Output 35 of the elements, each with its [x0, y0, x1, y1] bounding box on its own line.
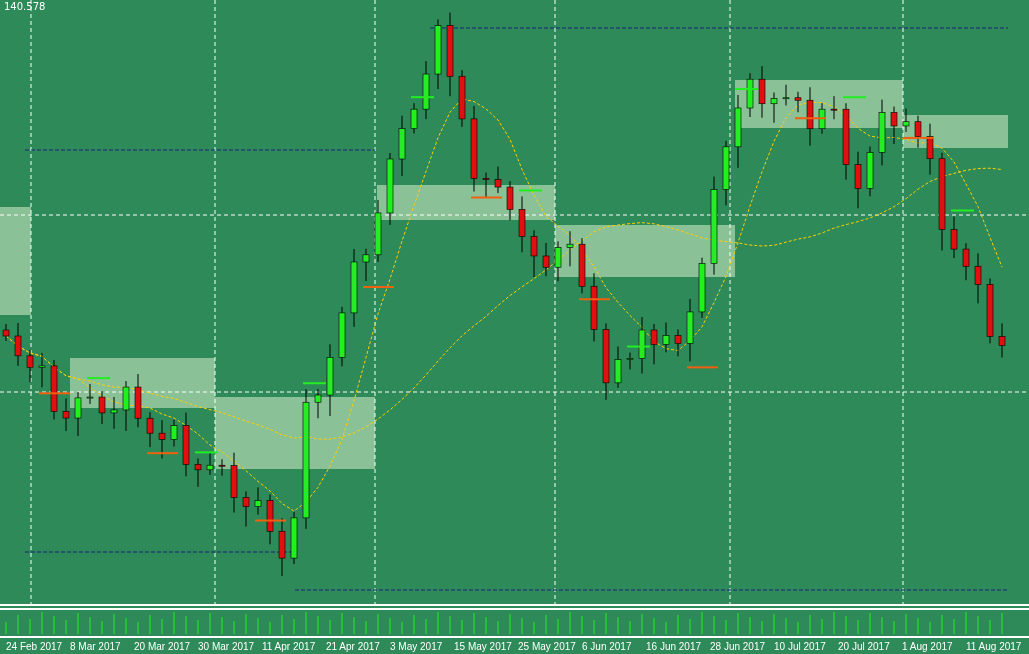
date-label: 11 Apr 2017: [262, 640, 317, 654]
resistance-marker: [950, 209, 975, 212]
date-label: 28 Jun 2017: [710, 640, 767, 654]
date-label: 21 Apr 2017: [326, 640, 381, 654]
date-label: 10 Jul 2017: [774, 640, 827, 654]
date-label: 6 Jun 2017: [582, 640, 633, 654]
date-label: 20 Jul 2017: [838, 640, 891, 654]
date-label: 25 May 2017: [518, 640, 577, 654]
resistance-marker: [86, 377, 111, 380]
support-marker: [794, 117, 827, 120]
date-label: 24 Feb 2017: [6, 640, 64, 654]
support-marker: [686, 366, 719, 369]
support-marker: [902, 136, 935, 139]
date-label: 15 May 2017: [454, 640, 513, 654]
support-marker: [362, 286, 395, 288]
resistance-marker: [302, 382, 327, 385]
resistance-marker: [626, 345, 651, 348]
support-marker: [578, 298, 611, 301]
support-marker: [470, 196, 503, 199]
price-label: 140.578: [4, 1, 46, 12]
support-marker: [146, 452, 179, 455]
resistance-marker: [842, 96, 867, 99]
support-marker: [254, 519, 287, 522]
date-label: 20 Mar 2017: [134, 640, 192, 654]
date-label: 8 Mar 2017: [70, 640, 122, 654]
resistance-marker: [518, 189, 543, 192]
date-label: 16 Jun 2017: [646, 640, 703, 654]
date-label: 1 Aug 2017: [902, 640, 954, 654]
date-label: 30 Mar 2017: [198, 640, 256, 654]
date-label: 3 May 2017: [390, 640, 444, 654]
support-marker: [38, 392, 71, 395]
resistance-marker: [410, 96, 435, 99]
resistance-marker: [734, 88, 759, 90]
date-label: 11 Aug 2017: [966, 640, 1023, 654]
resistance-marker: [194, 451, 219, 454]
